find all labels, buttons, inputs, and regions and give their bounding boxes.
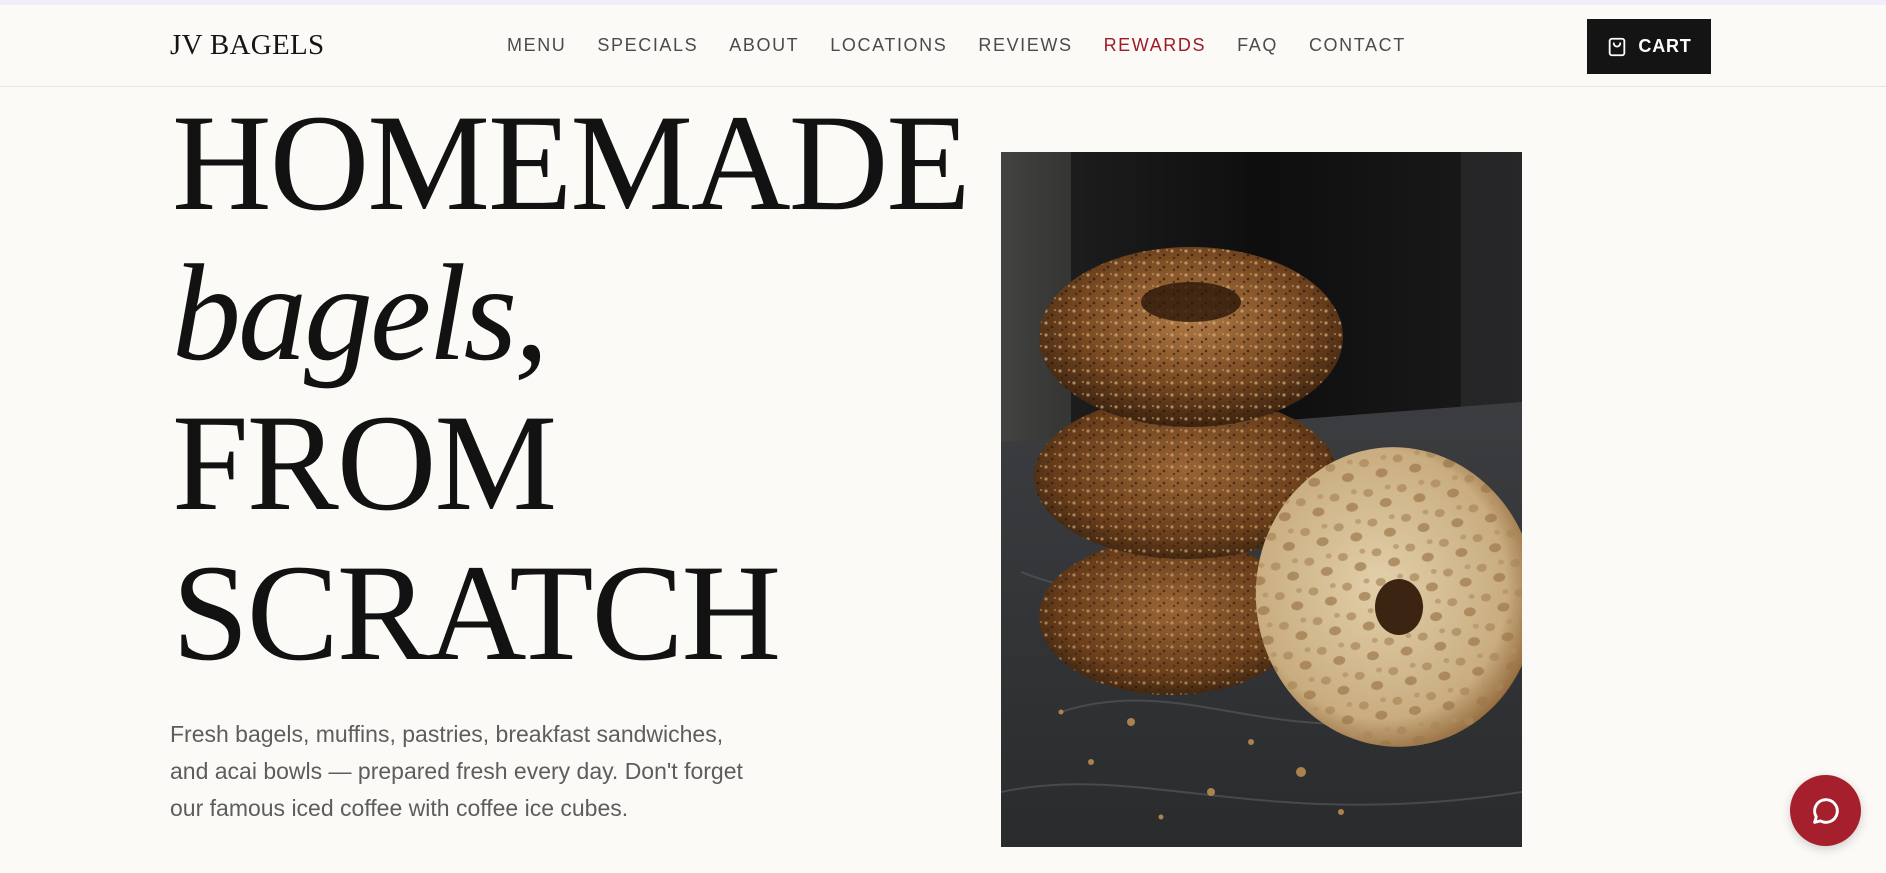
cart-label: CART <box>1638 36 1692 56</box>
nav-link-rewards[interactable]: REWARDS <box>1104 35 1207 56</box>
nav-link-menu[interactable]: MENU <box>507 35 566 56</box>
chat-bubble-icon <box>1812 797 1839 824</box>
hero-line-scratch: SCRATCH <box>172 536 781 689</box>
main-nav: MENU SPECIALS ABOUT LOCATIONS REVIEWS RE… <box>507 35 1437 56</box>
nav-link-contact[interactable]: CONTACT <box>1309 35 1406 56</box>
nav-link-faq[interactable]: FAQ <box>1237 35 1278 56</box>
nav-link-reviews[interactable]: REVIEWS <box>978 35 1072 56</box>
site-logo[interactable]: JV BAGELS <box>170 29 324 62</box>
hero-line-from: FROM <box>172 386 557 539</box>
hero-line-homemade: HOMEMADE <box>172 86 971 239</box>
nav-link-locations[interactable]: LOCATIONS <box>830 35 947 56</box>
nav-link-about[interactable]: ABOUT <box>729 35 799 56</box>
shopping-bag-icon <box>1609 37 1626 56</box>
cart-button[interactable]: CART <box>1587 19 1711 74</box>
hero-heading: HOMEMADE bagels, FROM SCRATCH <box>172 86 971 689</box>
hero-description: Fresh bagels, muffins, pastries, breakfa… <box>170 721 743 821</box>
chat-button[interactable] <box>1790 775 1861 846</box>
site-header: JV BAGELS MENU SPECIALS ABOUT LOCATIONS … <box>0 5 1886 87</box>
nav-link-specials[interactable]: SPECIALS <box>597 35 698 56</box>
hero-line-bagels: bagels, <box>172 236 549 389</box>
hero-bagel-photo <box>1001 152 1522 847</box>
